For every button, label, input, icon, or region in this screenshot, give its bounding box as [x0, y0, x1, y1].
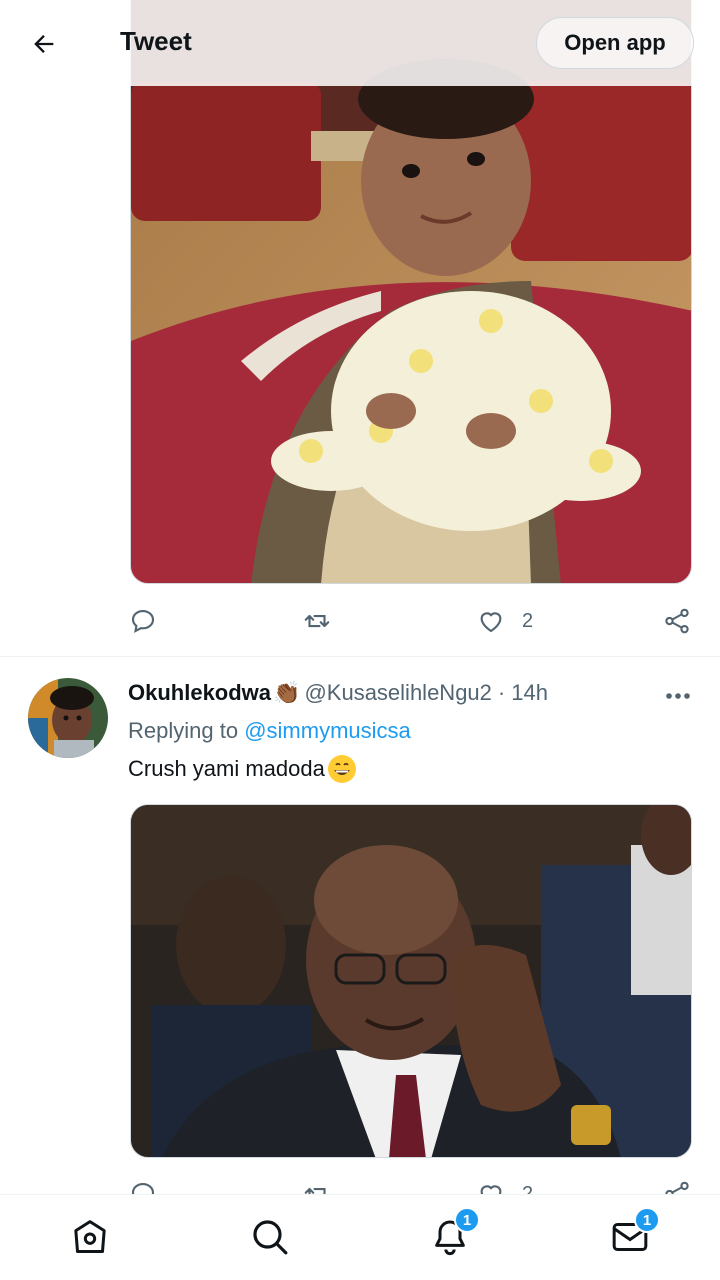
- tweet-media-photo[interactable]: [130, 0, 692, 584]
- tweet-timestamp[interactable]: 14h: [511, 680, 548, 706]
- display-name[interactable]: Okuhlekodwa: [128, 680, 271, 706]
- reply-header: Okuhlekodwa 👏🏾 @KusaselihleNgu2 · 14h: [128, 680, 548, 706]
- separator-dot: ·: [497, 680, 506, 705]
- grinning-face-emoji-icon: [327, 755, 356, 783]
- man-photo: [131, 805, 691, 1157]
- tweet-actions: 2: [128, 601, 694, 641]
- baby-photo: [131, 0, 691, 583]
- home-icon: [74, 1220, 106, 1253]
- user-handle[interactable]: @KusaselihleNgu2: [304, 680, 491, 706]
- page-title: Tweet: [120, 26, 192, 56]
- back-button[interactable]: [22, 22, 66, 66]
- nav-messages[interactable]: 1: [608, 1207, 660, 1259]
- open-app-button[interactable]: Open app: [536, 17, 694, 69]
- share-button[interactable]: [662, 601, 692, 641]
- heart-icon: [480, 612, 502, 633]
- tweet-text-content: Crush yami madoda: [128, 756, 325, 781]
- retweet-button[interactable]: [302, 601, 332, 641]
- replying-to-label: Replying to: [128, 718, 239, 743]
- like-count: 2: [522, 609, 534, 632]
- retweet-icon: [304, 614, 330, 628]
- reply-button[interactable]: [128, 601, 158, 641]
- replying-to: Replying to @simmymusicsa: [128, 718, 411, 744]
- avatar-image: [28, 678, 108, 758]
- more-dots-icon: [666, 693, 690, 699]
- share-icon: [665, 608, 689, 634]
- nav-notifications[interactable]: 1: [428, 1207, 480, 1259]
- tweet-divider: [0, 656, 720, 657]
- reply-icon: [131, 609, 155, 633]
- search-icon: [253, 1220, 288, 1255]
- avatar[interactable]: [28, 678, 108, 758]
- tweet-text: Crush yami madoda: [128, 754, 357, 784]
- messages-badge: 1: [634, 1207, 660, 1233]
- more-options-button[interactable]: [660, 682, 696, 710]
- nav-home[interactable]: [68, 1215, 112, 1259]
- replying-to-mention[interactable]: @simmymusicsa: [244, 718, 411, 743]
- nav-search[interactable]: [248, 1215, 292, 1259]
- bottom-navigation: 1 1: [0, 1194, 720, 1280]
- like-button[interactable]: 2: [476, 601, 533, 641]
- clapping-hands-emoji: 👏🏾: [273, 680, 301, 705]
- arrow-left-icon: [34, 35, 54, 53]
- top-bar: Tweet Open app: [0, 0, 720, 86]
- notifications-badge: 1: [454, 1207, 480, 1233]
- tweet-media-photo[interactable]: [130, 804, 692, 1158]
